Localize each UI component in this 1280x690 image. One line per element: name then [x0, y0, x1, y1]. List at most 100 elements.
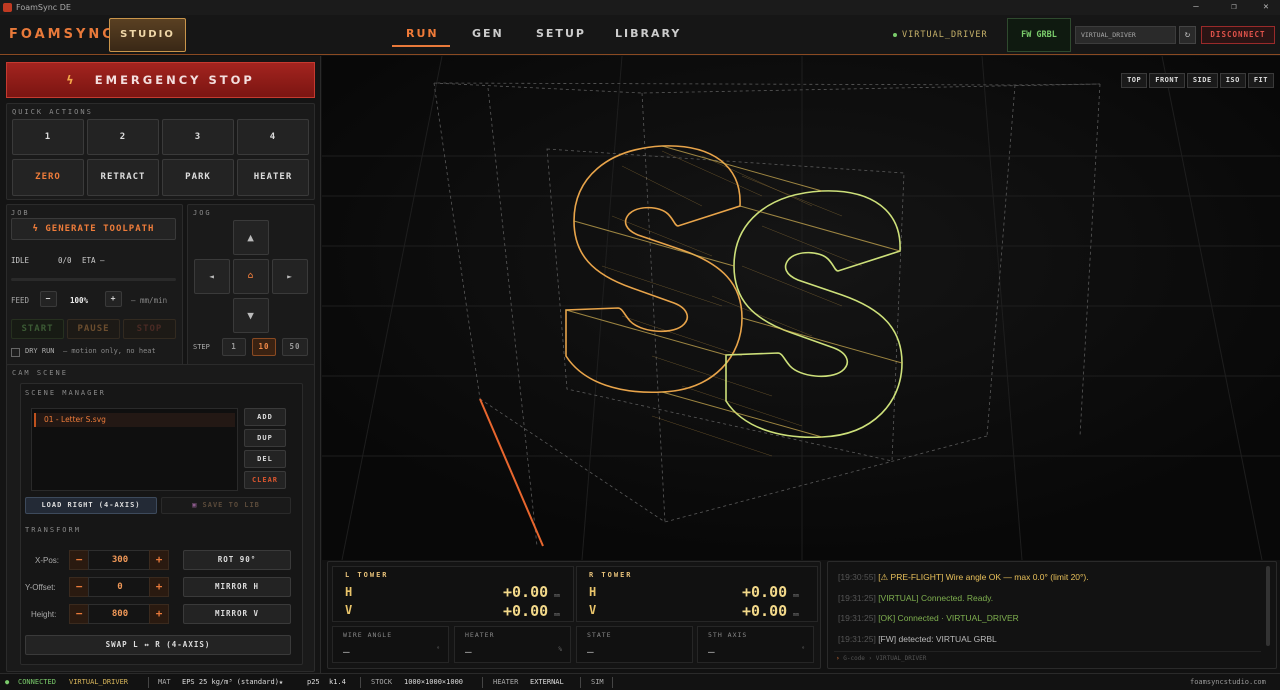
yoffset-decrease[interactable]: −	[69, 577, 89, 597]
job-title: JOB	[11, 209, 30, 217]
step-10-button[interactable]: 10	[252, 338, 276, 356]
scene-list[interactable]: 01 - Letter S.svg	[31, 408, 238, 491]
scene-dup-button[interactable]: DUP	[244, 429, 286, 447]
driver-select[interactable]: VIRTUAL_DRIVER	[1075, 26, 1176, 44]
load-right-button[interactable]: LOAD RIGHT (4-AXIS)	[25, 497, 157, 514]
heater-button[interactable]: HEATER	[237, 159, 309, 196]
view-front-button[interactable]: FRONT	[1149, 73, 1185, 88]
estop-label: EMERGENCY STOP	[94, 73, 255, 87]
yoffset-increase[interactable]: +	[149, 577, 169, 597]
swap-towers-button[interactable]: SWAP L ↔ R (4-AXIS)	[25, 635, 291, 655]
xpos-label: X-Pos:	[35, 556, 60, 565]
feed-decrease-button[interactable]: −	[40, 291, 57, 307]
rotate-90-button[interactable]: ROT 90°	[183, 550, 291, 570]
xpos-increase[interactable]: +	[149, 550, 169, 570]
studio-button[interactable]: STUDIO	[109, 18, 186, 52]
close-button[interactable]: ✕	[1252, 0, 1280, 15]
minimize-button[interactable]: –	[1182, 0, 1210, 15]
job-progress-bar	[11, 278, 176, 281]
xpos-input[interactable]: 300	[88, 550, 152, 570]
jog-down-button[interactable]: ▼	[233, 298, 269, 333]
refresh-icon[interactable]: ↻	[1179, 26, 1196, 44]
status-mat-label: MAT	[158, 678, 171, 686]
right-h-label: H	[589, 585, 597, 599]
view-top-button[interactable]: TOP	[1121, 73, 1148, 88]
status-heater-label: HEATER	[493, 678, 519, 686]
log-message: [FW] detected: VIRTUAL GRBL	[878, 633, 997, 644]
emergency-stop-button[interactable]: ϟ EMERGENCY STOP	[6, 62, 315, 98]
left-v-label: V	[345, 603, 353, 617]
job-eta: ETA —	[82, 256, 105, 265]
status-k: k1.4	[329, 678, 346, 686]
step-label: STEP	[193, 343, 210, 351]
xpos-decrease[interactable]: −	[69, 550, 89, 570]
scene-del-button[interactable]: DEL	[244, 450, 286, 468]
tab-gen[interactable]: GEN	[472, 27, 504, 40]
start-button[interactable]: START	[11, 319, 64, 339]
step-1-button[interactable]: 1	[222, 338, 246, 356]
left-h-value: +0.00	[503, 583, 549, 601]
right-tower-panel: R TOWER H +0.00 mm V +0.00 mm	[576, 566, 818, 622]
scene-add-button[interactable]: ADD	[244, 408, 286, 426]
wire-angle-label: WIRE ANGLE	[343, 631, 393, 639]
yoffset-input[interactable]: 0	[88, 577, 152, 597]
view-fit-button[interactable]: FIT	[1247, 73, 1274, 88]
tab-run[interactable]: RUN	[406, 27, 439, 40]
maximize-button[interactable]: ❐	[1220, 0, 1248, 15]
tab-library[interactable]: LIBRARY	[615, 27, 681, 40]
tab-setup[interactable]: SETUP	[536, 27, 586, 40]
log-console[interactable]: [19:30:55] [⚠ PRE-FLIGHT] Wire angle OK …	[827, 561, 1277, 669]
park-button[interactable]: PARK	[162, 159, 234, 196]
dry-run-checkbox[interactable]	[11, 348, 20, 357]
quick-slot-2[interactable]: 2	[87, 119, 159, 155]
status-driver: VIRTUAL_DRIVER	[69, 678, 129, 686]
left-v-value: +0.00	[503, 602, 549, 620]
status-website[interactable]: foamsyncstudio.com	[1190, 674, 1266, 690]
feed-increase-button[interactable]: +	[105, 291, 122, 307]
scene-list-item[interactable]: 01 - Letter S.svg	[34, 413, 235, 427]
log-line: [19:31:25] [VIRTUAL] Connected. Ready.	[838, 593, 993, 603]
scene-manager-title: SCENE MANAGER	[25, 389, 106, 397]
quick-slot-1[interactable]: 1	[12, 119, 84, 155]
height-increase[interactable]: +	[149, 604, 169, 624]
height-decrease[interactable]: −	[69, 604, 89, 624]
3d-viewport[interactable]: TOP FRONT SIDE ISO FIT	[322, 56, 1280, 560]
tower-readouts: L TOWER H +0.00 mm V +0.00 mm R TOWER H …	[327, 561, 821, 669]
zero-button[interactable]: ZERO	[12, 159, 84, 196]
job-state: IDLE	[11, 256, 30, 265]
pause-button[interactable]: PAUSE	[67, 319, 120, 339]
disconnect-button[interactable]: DISCONNECT	[1201, 26, 1275, 44]
log-timestamp: [19:31:25]	[838, 592, 876, 603]
cam-scene-title: CAM SCENE	[12, 369, 68, 377]
jog-up-button[interactable]: ▲	[233, 220, 269, 255]
save-to-lib-button[interactable]: ▣ SAVE TO LIB	[161, 497, 291, 514]
retract-button[interactable]: RETRACT	[87, 159, 159, 196]
mirror-v-button[interactable]: MIRROR V	[183, 604, 291, 624]
status-dot-icon: ●	[5, 678, 10, 686]
generate-toolpath-button[interactable]: ϟ GENERATE TOOLPATH	[11, 218, 176, 240]
jog-home-button[interactable]: ⌂	[233, 259, 269, 294]
heater-stat: HEATER —%	[454, 626, 571, 663]
brand-logo: FOAMSYNC	[9, 27, 115, 42]
stop-button[interactable]: STOP	[123, 319, 176, 339]
quick-slot-4[interactable]: 4	[237, 119, 309, 155]
fifth-axis-label: 5TH AXIS	[708, 631, 748, 639]
console-scrollbar[interactable]	[1266, 566, 1270, 646]
log-message: [⚠ PRE-FLIGHT] Wire angle OK — max 0.0° …	[878, 572, 1089, 582]
height-input[interactable]: 800	[88, 604, 152, 624]
fifth-axis-unit: °	[801, 646, 805, 653]
jog-left-button[interactable]: ◄	[194, 259, 230, 294]
scene-clear-button[interactable]: CLEAR	[244, 471, 286, 489]
bolt-icon: ϟ	[66, 73, 77, 87]
heater-stat-value: —	[465, 645, 472, 658]
step-50-button[interactable]: 50	[282, 338, 308, 356]
mirror-h-button[interactable]: MIRROR H	[183, 577, 291, 597]
log-line: [19:31:25] [OK] Connected · VIRTUAL_DRIV…	[838, 613, 1019, 623]
jog-right-button[interactable]: ►	[272, 259, 308, 294]
quick-slot-3[interactable]: 3	[162, 119, 234, 155]
view-iso-button[interactable]: ISO	[1219, 73, 1246, 88]
left-tower-title: L TOWER	[345, 571, 389, 579]
gcode-command-input[interactable]: › G-code › VIRTUAL_DRIVER	[834, 651, 1261, 664]
yoffset-label: Y-Offset:	[25, 583, 56, 592]
view-side-button[interactable]: SIDE	[1186, 73, 1218, 88]
